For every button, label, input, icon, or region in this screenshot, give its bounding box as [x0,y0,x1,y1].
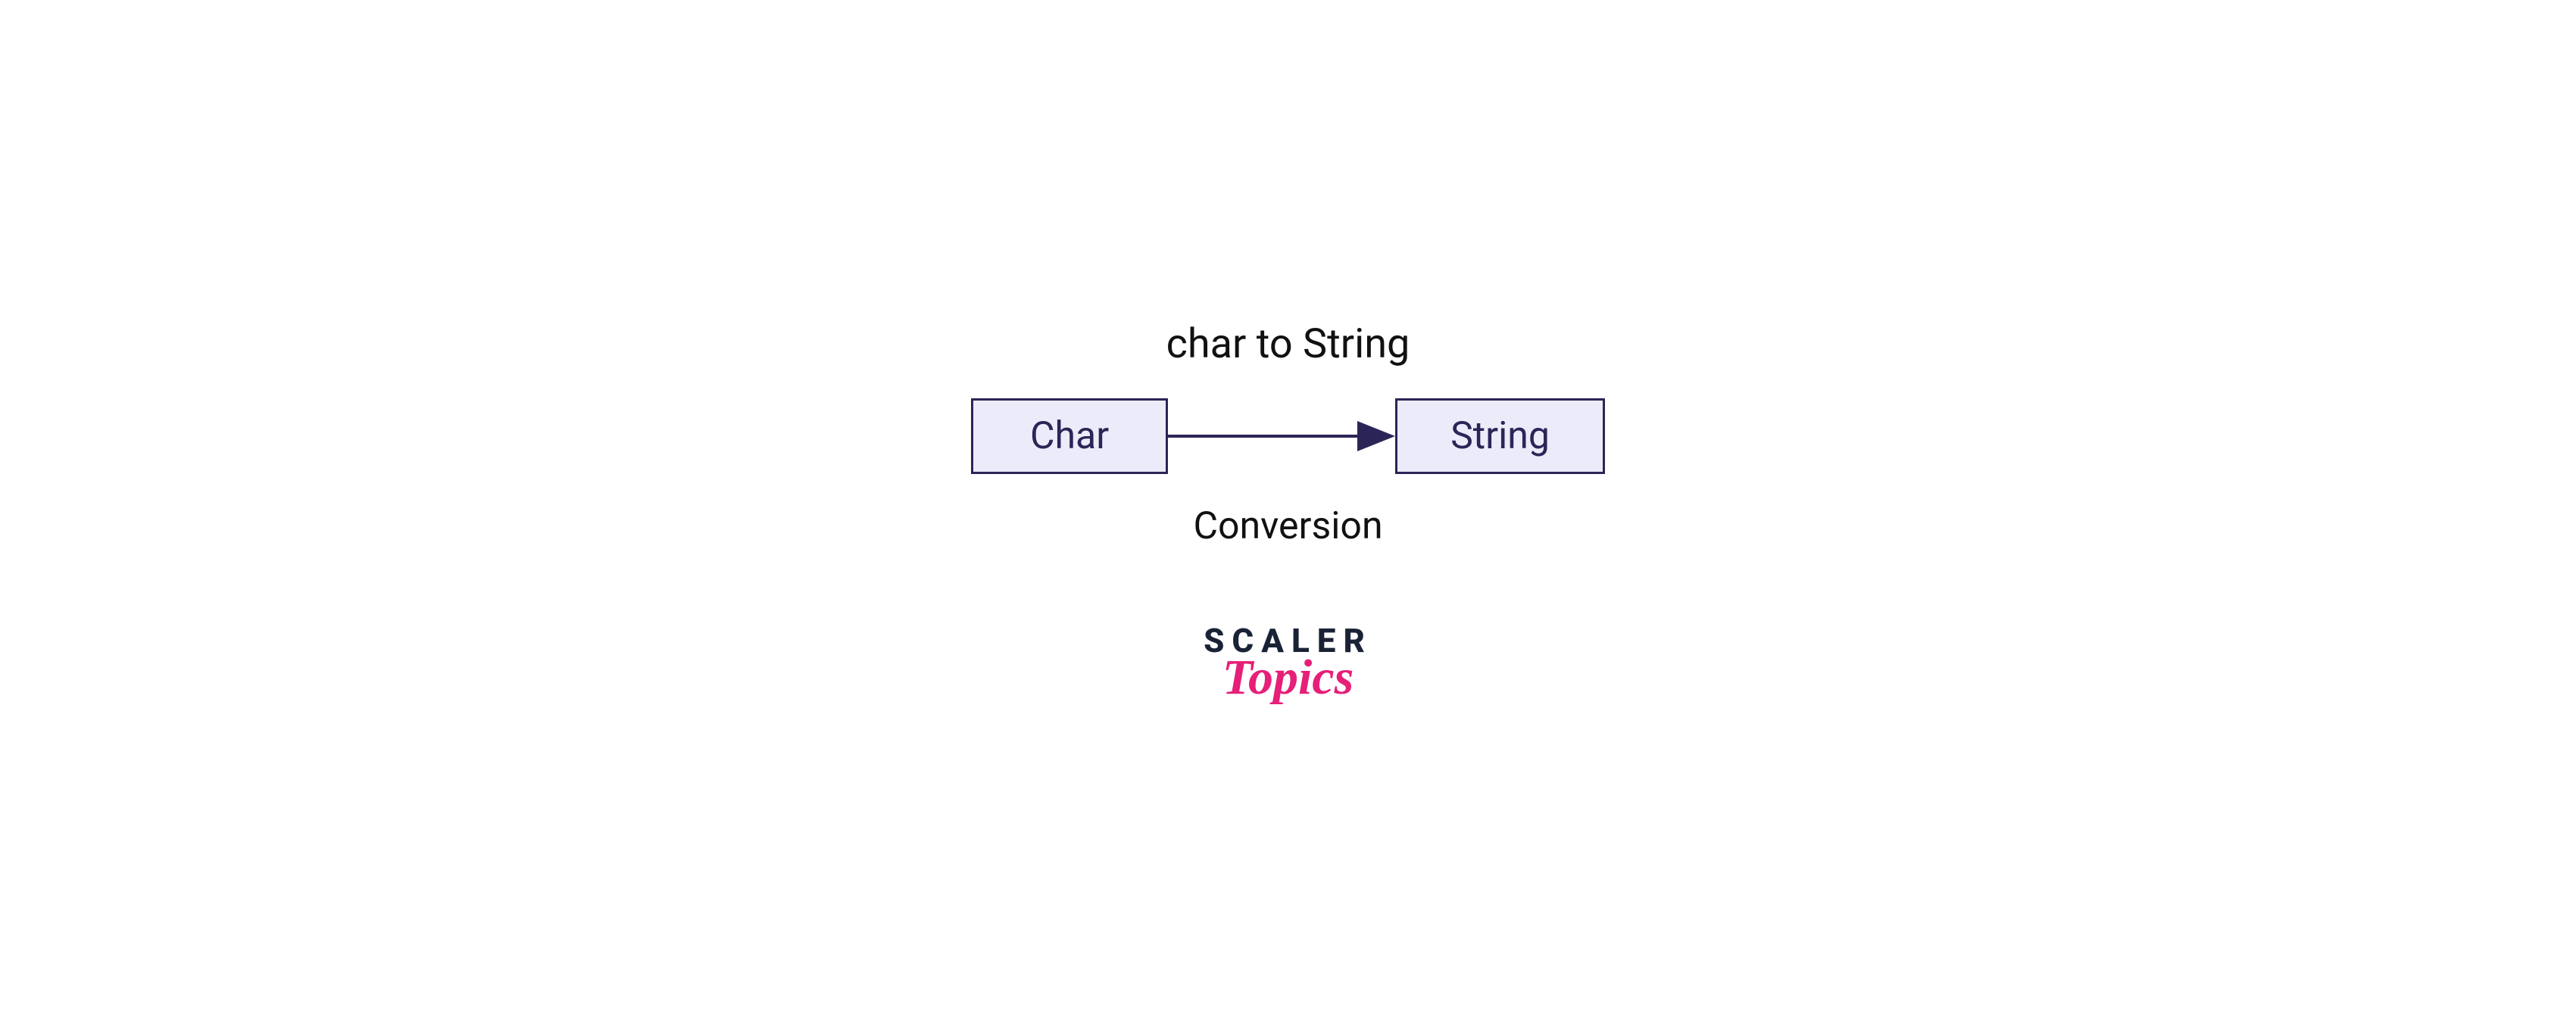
brand-logo: SCALER Topics [1204,624,1372,703]
arrow-icon [1168,413,1395,459]
diagram-title: char to String [1166,320,1410,368]
diagram-container: char to String Char String Conversion SC… [971,320,1605,703]
brand-line2: Topics [1222,653,1354,703]
flow-row: Char String [971,398,1605,474]
target-node-box: String [1395,398,1605,474]
diagram-caption: Conversion [1193,504,1382,548]
source-node-box: Char [971,398,1168,474]
